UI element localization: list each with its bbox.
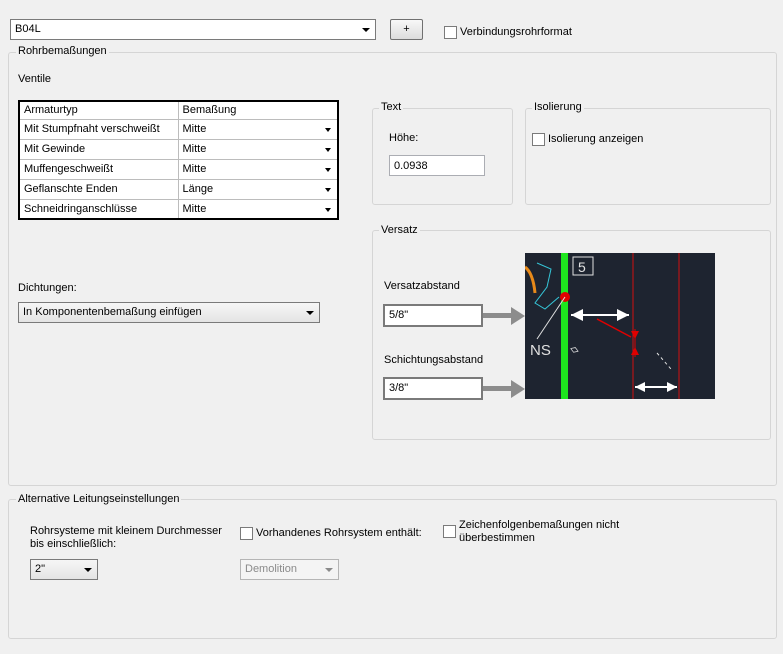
- text-group-title: Text: [379, 101, 404, 113]
- override-label: Zeichenfolgenbemaßungen nicht überbestim…: [459, 519, 620, 544]
- offset-preview-image: 5 NS ◊: [525, 253, 715, 399]
- existing-system-checkbox[interactable]: [240, 527, 253, 540]
- table-row: Schneidringanschlüsse Mitte: [18, 198, 339, 220]
- small-diameter-dropdown[interactable]: 2": [30, 559, 98, 580]
- show-insulation-checkbox[interactable]: [532, 133, 545, 146]
- small-diameter-value: 2": [35, 563, 46, 575]
- height-label: Höhe:: [389, 132, 419, 144]
- gaskets-dropdown-value: In Komponentenbemaßung einfügen: [23, 306, 202, 318]
- offset-group-title: Versatz: [379, 224, 420, 236]
- existing-system-dropdown[interactable]: Demolition: [240, 559, 339, 580]
- chevron-down-icon: [325, 167, 331, 172]
- table-row: Mit Gewinde Mitte: [18, 138, 339, 160]
- chevron-down-icon: [325, 187, 331, 192]
- gaskets-label: Dichtungen:: [18, 282, 77, 294]
- chevron-down-icon: [306, 311, 314, 315]
- connection-format-checkbox[interactable]: [444, 26, 457, 39]
- chevron-down-icon: [325, 568, 333, 572]
- stacking-distance-label: Schichtungsabstand: [384, 354, 484, 366]
- row-type: Muffengeschweißt: [18, 158, 179, 180]
- col-header-dimension: Bemaßung: [177, 100, 339, 120]
- chevron-down-icon: [325, 207, 331, 212]
- insulation-group-title: Isolierung: [532, 101, 584, 113]
- row-type: Geflanschte Enden: [18, 178, 179, 200]
- table-row: Mit Stumpfnaht verschweißt Mitte: [18, 118, 339, 140]
- table-row: Geflanschte Enden Länge: [18, 178, 339, 200]
- row-dimension-value: Mitte: [182, 202, 207, 215]
- row-dimension-dropdown[interactable]: Länge: [177, 178, 339, 200]
- stacking-distance-input[interactable]: 3/8": [383, 377, 483, 400]
- override-checkbox[interactable]: [443, 525, 456, 538]
- row-dimension-dropdown[interactable]: Mitte: [177, 158, 339, 180]
- offset-distance-input[interactable]: 5/8": [383, 304, 483, 327]
- valves-label: Ventile: [18, 73, 52, 85]
- small-diameter-label: Rohrsysteme mit kleinem Durchmesser bis …: [30, 525, 222, 550]
- row-type: Mit Stumpfnaht verschweißt: [18, 118, 179, 140]
- gaskets-dropdown[interactable]: In Komponentenbemaßung einfügen: [18, 302, 320, 323]
- preview-number-label: 5: [578, 259, 586, 275]
- row-type: Schneidringanschlüsse: [18, 198, 179, 220]
- insulation-group: [525, 108, 771, 205]
- valves-table: Armaturtyp Bemaßung Mit Stumpfnaht versc…: [18, 100, 339, 220]
- table-header-row: Armaturtyp Bemaßung: [18, 100, 339, 120]
- chevron-down-icon: [325, 127, 331, 132]
- row-dimension-dropdown[interactable]: Mitte: [177, 118, 339, 140]
- alt-settings-group: [8, 499, 777, 639]
- row-dimension-value: Mitte: [182, 163, 207, 175]
- style-dropdown[interactable]: B04L: [10, 19, 376, 40]
- pipe-dimensions-title: Rohrbemaßungen: [16, 45, 109, 57]
- row-dimension-value: Mitte: [182, 143, 207, 155]
- existing-system-value: Demolition: [245, 563, 297, 575]
- chevron-down-icon: [362, 28, 370, 32]
- row-type: Mit Gewinde: [18, 138, 179, 160]
- chevron-down-icon: [325, 147, 331, 152]
- show-insulation-label: Isolierung anzeigen: [548, 133, 644, 145]
- style-dropdown-value: B04L: [15, 23, 41, 35]
- height-input[interactable]: 0.0938: [389, 155, 485, 176]
- chevron-down-icon: [84, 568, 92, 572]
- connection-format-label: Verbindungsrohrformat: [460, 26, 572, 38]
- row-dimension-dropdown[interactable]: Mitte: [177, 198, 339, 220]
- offset-pointer-arrow: [483, 307, 525, 325]
- row-dimension-dropdown[interactable]: Mitte: [177, 138, 339, 160]
- add-style-button[interactable]: +: [390, 19, 423, 40]
- col-header-type: Armaturtyp: [18, 100, 179, 120]
- existing-system-label: Vorhandenes Rohrsystem enthält:: [256, 527, 422, 539]
- alt-settings-title: Alternative Leitungseinstellungen: [16, 493, 182, 505]
- row-dimension-value: Mitte: [182, 123, 207, 135]
- table-row: Muffengeschweißt Mitte: [18, 158, 339, 180]
- stacking-pointer-arrow: [483, 380, 525, 398]
- preview-ns-label: NS: [530, 342, 551, 359]
- row-dimension-value: Länge: [182, 183, 214, 195]
- offset-distance-label: Versatzabstand: [384, 280, 460, 292]
